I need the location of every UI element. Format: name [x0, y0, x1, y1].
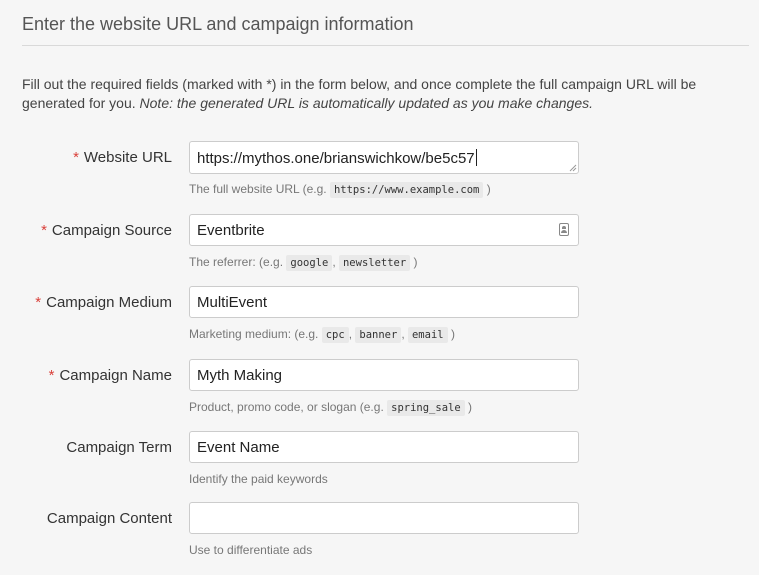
contact-card-icon[interactable] [559, 223, 569, 236]
campaign-medium-value: MultiEvent [197, 294, 268, 311]
section-heading: Enter the website URL and campaign infor… [22, 14, 414, 34]
campaign-term-input[interactable]: Event Name [189, 431, 579, 463]
resize-grip-icon[interactable] [569, 164, 577, 172]
field-label-campaign-medium: * Campaign Medium [35, 294, 172, 311]
help-text-campaign-medium: Marketing medium: (e.g. cpc, banner, ema… [189, 327, 455, 343]
example-code: email [407, 327, 448, 343]
campaign-source-value: Eventbrite [197, 222, 265, 239]
required-marker: * [48, 367, 55, 384]
help-text-campaign-term: Identify the paid keywords [189, 472, 328, 486]
text-caret [475, 149, 477, 166]
intro-paragraph: Fill out the required fields (marked wit… [22, 75, 742, 113]
example-code: cpc [321, 327, 349, 343]
campaign-medium-input[interactable]: MultiEvent [189, 286, 579, 318]
required-marker: * [35, 294, 42, 311]
intro-note: Note: the generated URL is automatically… [139, 95, 593, 111]
help-text-campaign-name: Product, promo code, or slogan (e.g. spr… [189, 400, 473, 416]
website-url-input[interactable]: https://mythos.one/brianswichkow/be5c57 [189, 141, 579, 174]
help-text-campaign-source: The referrer: (e.g. google, newsletter ) [189, 255, 418, 271]
example-code: spring_sale [387, 400, 465, 416]
example-code: newsletter [338, 255, 411, 271]
help-text-campaign-content: Use to differentiate ads [189, 543, 313, 557]
website-url-value: https://mythos.one/brianswichkow/be5c57 [197, 149, 477, 167]
required-marker: * [41, 222, 47, 239]
field-label-campaign-term: Campaign Term [66, 439, 172, 456]
campaign-name-value: Myth Making [197, 367, 283, 384]
heading-divider [22, 45, 749, 46]
example-code: https://www.example.com [329, 182, 484, 198]
example-code: banner [355, 327, 402, 343]
example-code: google [286, 255, 333, 271]
campaign-source-input[interactable]: Eventbrite [189, 214, 579, 246]
campaign-name-input[interactable]: Myth Making [189, 359, 579, 391]
field-label-website-url: * Website URL [73, 149, 172, 166]
field-label-campaign-name: * Campaign Name [48, 367, 172, 384]
campaign-content-input[interactable] [189, 502, 579, 534]
campaign-term-value: Event Name [197, 439, 280, 456]
help-text-website-url: The full website URL (e.g. https://www.e… [189, 182, 491, 198]
field-label-campaign-content: Campaign Content [46, 510, 172, 527]
required-marker: * [73, 149, 79, 166]
field-label-campaign-source: * Campaign Source [41, 222, 172, 239]
